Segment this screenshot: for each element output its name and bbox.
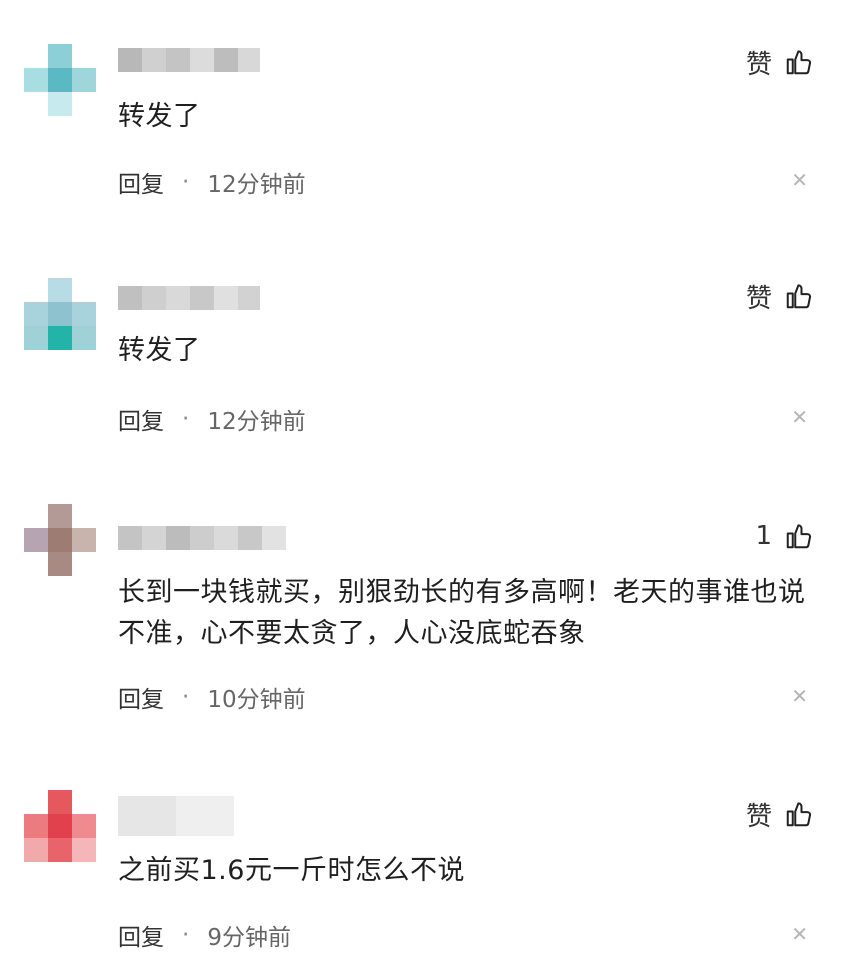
separator: ·: [182, 169, 190, 195]
thumbs-up-icon: [786, 284, 812, 309]
like-button[interactable]: 1: [755, 518, 814, 554]
username-blurred[interactable]: [118, 796, 234, 836]
username-blurred[interactable]: [118, 526, 298, 550]
thumbs-up-icon: [786, 50, 812, 75]
like-label: 赞: [745, 283, 772, 314]
like-count: 1: [755, 521, 772, 551]
comment-meta: 回复 · 9分钟前: [118, 918, 291, 952]
like-label: 赞: [745, 49, 772, 80]
like-button[interactable]: 赞: [746, 44, 814, 80]
avatar[interactable]: [24, 790, 96, 862]
comment-text: 之前买1.6元一斤时怎么不说: [118, 855, 465, 886]
avatar[interactable]: [24, 504, 96, 576]
separator: ·: [182, 684, 190, 710]
timestamp: 9分钟前: [207, 925, 291, 951]
comment-meta: 回复 · 12分钟前: [118, 165, 306, 199]
comment-item: 1 长到一块钱就买，别狠劲长的有多高啊！老天的事谁也说不准，心不要太贪了，人心没…: [0, 500, 866, 740]
separator: ·: [182, 922, 190, 948]
like-label: 赞: [745, 801, 772, 832]
like-button[interactable]: 赞: [746, 796, 814, 832]
comment-item: 赞 转发了 回复 · 12分钟前 ✕: [0, 34, 866, 234]
reply-button[interactable]: 回复: [118, 165, 164, 199]
comment-item: 赞 转发了 回复 · 12分钟前 ✕: [0, 268, 866, 468]
comment-meta: 回复 · 12分钟前: [118, 402, 306, 436]
timestamp: 10分钟前: [207, 687, 306, 713]
thumbs-up-icon: [786, 524, 812, 549]
avatar[interactable]: [24, 278, 96, 350]
comment-text: 转发了: [118, 101, 201, 132]
close-icon[interactable]: ✕: [791, 684, 808, 708]
avatar[interactable]: [24, 44, 96, 116]
close-icon[interactable]: ✕: [791, 168, 808, 192]
close-icon[interactable]: ✕: [791, 922, 808, 946]
username-blurred[interactable]: [118, 48, 260, 72]
timestamp: 12分钟前: [207, 172, 306, 198]
reply-button[interactable]: 回复: [118, 918, 164, 952]
like-button[interactable]: 赞: [746, 278, 814, 314]
thumbs-up-icon: [786, 802, 812, 827]
username-blurred[interactable]: [118, 286, 260, 310]
comment-item: 赞 之前买1.6元一斤时怎么不说 回复 · 9分钟前 ✕: [0, 786, 866, 962]
comment-text: 转发了: [118, 335, 201, 366]
reply-button[interactable]: 回复: [118, 402, 164, 436]
timestamp: 12分钟前: [207, 409, 306, 435]
close-icon[interactable]: ✕: [791, 405, 808, 429]
comment-text: 长到一块钱就买，别狠劲长的有多高啊！老天的事谁也说不准，心不要太贪了，人心没底蛇…: [118, 577, 806, 649]
reply-button[interactable]: 回复: [118, 680, 164, 714]
comment-meta: 回复 · 10分钟前: [118, 680, 306, 714]
separator: ·: [182, 406, 190, 432]
